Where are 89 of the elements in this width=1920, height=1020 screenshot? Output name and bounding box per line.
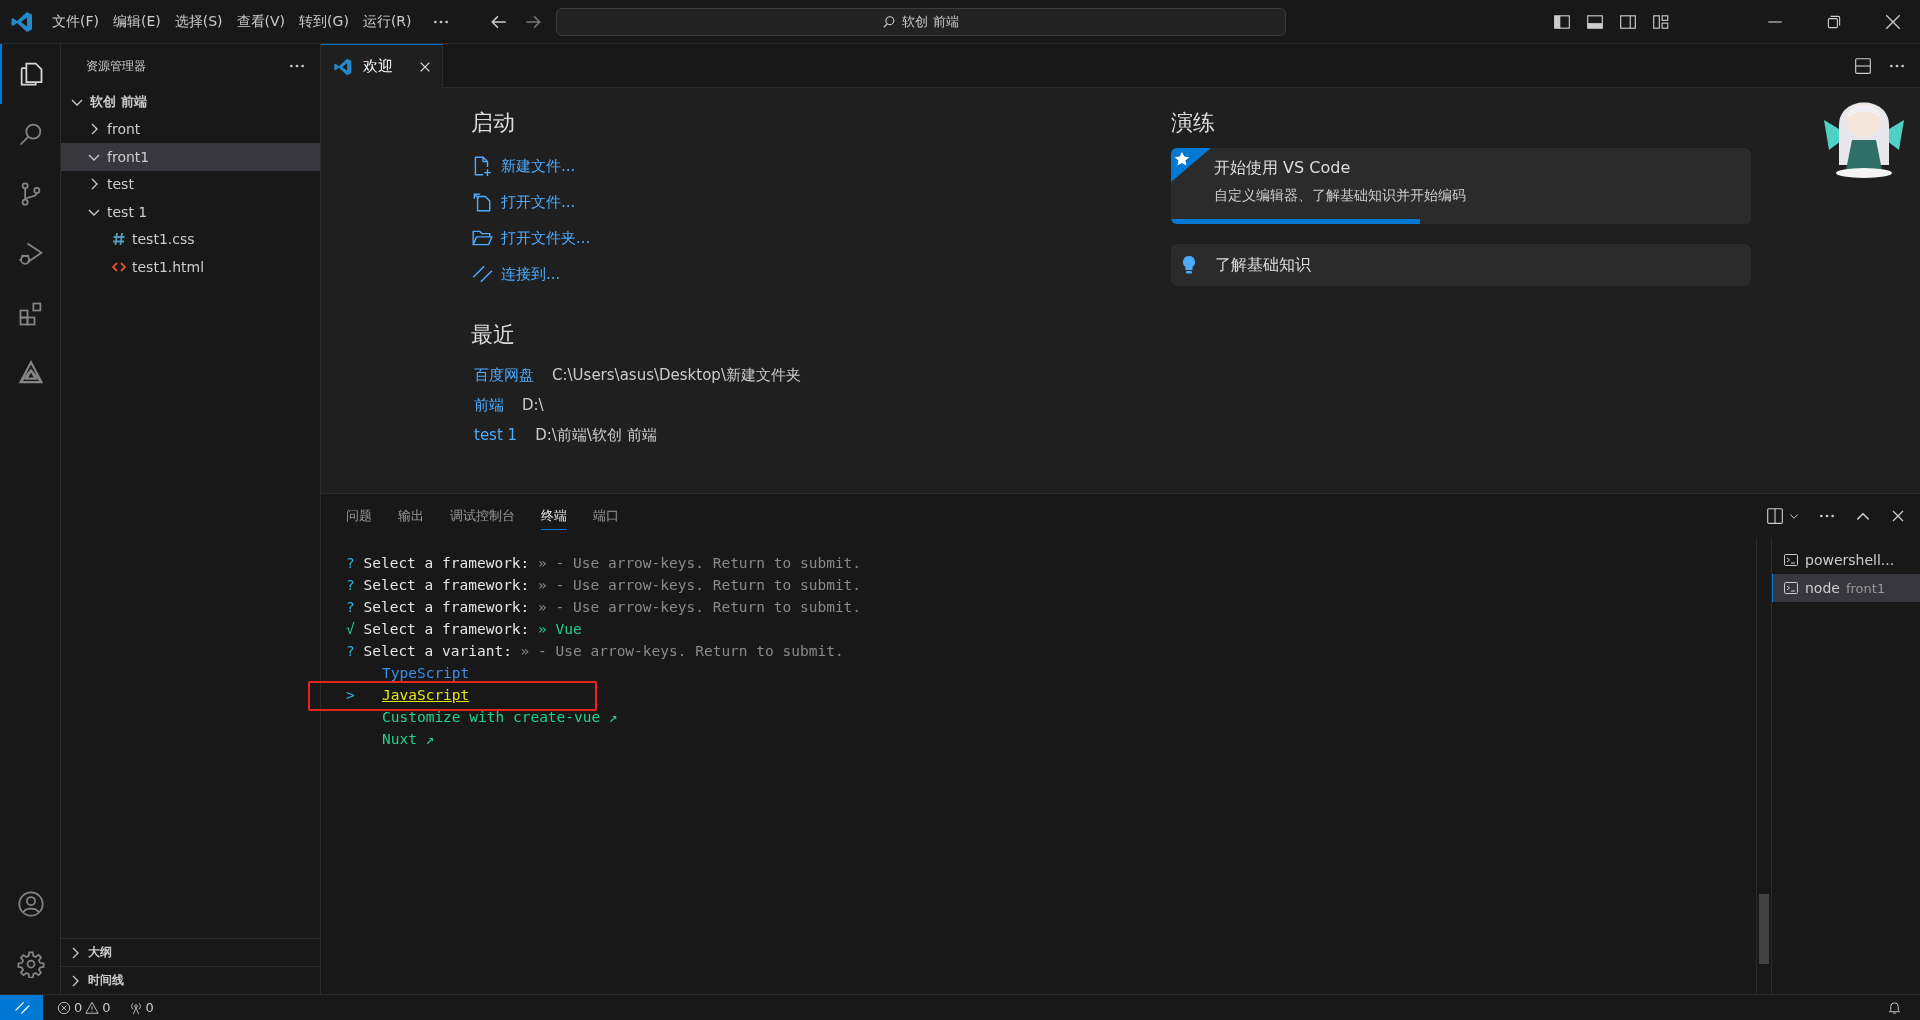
- terminal-option: JavaScript: [382, 684, 470, 706]
- terminal-line: √ Select a framework: » Vue: [346, 620, 582, 639]
- card-title: 了解基础知识: [1215, 254, 1311, 276]
- menu-item[interactable]: 转到(G): [299, 12, 349, 31]
- settings-icon: [17, 950, 45, 978]
- folder-name: test 1: [107, 203, 148, 220]
- command-center-search[interactable]: 软创 前端: [555, 7, 1286, 36]
- folder-name: test: [107, 176, 134, 193]
- ports-status[interactable]: 0: [124, 1000, 158, 1015]
- editor-tab[interactable]: 欢迎: [321, 44, 443, 88]
- terminal-icon: [1783, 580, 1799, 596]
- panel-tab[interactable]: 端口: [593, 502, 619, 530]
- folder-name: 软创 前端: [90, 92, 147, 111]
- section-heading: 最近: [471, 321, 516, 349]
- tree-item[interactable]: test1.css: [61, 225, 320, 253]
- file-name: test1.css: [132, 231, 195, 248]
- menu-item[interactable]: 文件(F): [52, 12, 99, 31]
- tree-item[interactable]: test: [61, 170, 320, 198]
- terminal-icon: [1783, 552, 1799, 568]
- folder-name: front1: [107, 148, 150, 165]
- toggle-sidebar-icon[interactable]: [1553, 12, 1571, 31]
- scrollbar-thumb[interactable]: [1759, 894, 1769, 964]
- recent-folder-link[interactable]: test 1: [474, 426, 518, 444]
- lightbulb-icon: [1181, 255, 1197, 275]
- toggle-panel-icon[interactable]: [1586, 12, 1604, 31]
- terminal-line: ? Select a framework: » - Use arrow-keys. Return to submit.: [346, 598, 862, 617]
- panel-tab[interactable]: 问题: [346, 502, 372, 530]
- folder-path: C:\Users\asus\Desktop\新建文件夹: [552, 365, 801, 385]
- broadcast-icon: [128, 1000, 143, 1015]
- terminal-tab[interactable]: node front1: [1772, 574, 1920, 602]
- menu-item[interactable]: 编辑(E): [113, 12, 161, 31]
- tree-item[interactable]: 软创 前端: [61, 88, 320, 116]
- split-editor-icon[interactable]: [1854, 56, 1872, 75]
- terminal-tab[interactable]: powershell...: [1772, 546, 1920, 574]
- close-icon[interactable]: [1890, 508, 1906, 524]
- section-heading: 启动: [471, 109, 516, 137]
- menu-item[interactable]: 选择(S): [174, 12, 223, 31]
- app-logo-icon: [333, 56, 353, 77]
- recent-folder-link[interactable]: 百度网盘: [474, 365, 534, 385]
- terminal-line: ? Select a framework: » - Use arrow-keys. Return to submit.: [346, 576, 862, 595]
- terminal-option: Nuxt ↗: [382, 728, 435, 750]
- tree-item[interactable]: test 1: [61, 198, 320, 226]
- menu-item[interactable]: 运行(R): [362, 12, 412, 31]
- remote-icon: [471, 263, 493, 285]
- problems-status[interactable]: 0 0: [53, 1000, 115, 1015]
- terminal-option: TypeScript: [382, 662, 470, 684]
- terminal-line: ? Select a variant: » - Use arrow-keys. Return to submit.: [346, 642, 844, 661]
- error-icon: [57, 1000, 71, 1015]
- run-debug-icon: [17, 240, 45, 268]
- walkthrough-card[interactable]: 了解基础知识: [1171, 244, 1751, 286]
- sidebar-title: 资源管理器: [86, 57, 146, 75]
- start-link[interactable]: 连接到...: [471, 256, 561, 292]
- recent-folder-link[interactable]: 前端: [474, 395, 504, 415]
- toggle-secondary-sidebar-icon[interactable]: [1619, 12, 1637, 31]
- card-description: 自定义编辑器、了解基础知识并开始编码: [1214, 187, 1467, 205]
- app-logo-icon: [10, 9, 34, 34]
- layout-icon[interactable]: [1652, 12, 1670, 31]
- file-name: test1.html: [132, 258, 205, 275]
- start-link[interactable]: 新建文件...: [471, 148, 576, 184]
- account-icon: [17, 890, 45, 918]
- tree-item[interactable]: front: [61, 115, 320, 143]
- walkthrough-card[interactable]: 开始使用 VS Code 自定义编辑器、了解基础知识并开始编码: [1171, 148, 1751, 224]
- section-heading: 演练: [1171, 109, 1216, 137]
- panel-tab[interactable]: 调试控制台: [450, 502, 515, 530]
- panel-tab[interactable]: 输出: [398, 502, 424, 530]
- folder-name: front: [107, 121, 141, 138]
- search-icon: [882, 14, 897, 29]
- terminal-line: ? Select a framework: » - Use arrow-keys. Return to submit.: [346, 554, 862, 573]
- tree-item[interactable]: test1.html: [61, 253, 320, 281]
- hash-icon: [111, 231, 127, 248]
- featured-star-icon: [1171, 148, 1211, 182]
- tree-item[interactable]: front1: [61, 143, 320, 171]
- panel-tab[interactable]: 终端: [541, 502, 567, 530]
- section-header[interactable]: 时间线: [61, 966, 320, 994]
- close-icon[interactable]: [1884, 12, 1902, 31]
- menu-item[interactable]: 查看(V): [236, 12, 286, 31]
- folder-path: D:\前端\软创 前端: [535, 425, 657, 445]
- open-file-icon: [471, 191, 493, 213]
- card-title: 开始使用 VS Code: [1214, 158, 1352, 179]
- section-header[interactable]: 大纲: [61, 938, 320, 966]
- split-terminal-icon[interactable]: [1766, 507, 1784, 525]
- start-link[interactable]: 打开文件夹...: [471, 220, 591, 256]
- remote-icon: [13, 999, 30, 1016]
- warning-icon: [85, 1000, 100, 1015]
- selection-pointer: >: [346, 686, 356, 705]
- bell-icon[interactable]: [1887, 1000, 1902, 1015]
- start-link[interactable]: 打开文件...: [471, 184, 576, 220]
- folder-path: D:\: [522, 396, 544, 414]
- terminal-option: Customize with create-vue ↗: [382, 706, 618, 728]
